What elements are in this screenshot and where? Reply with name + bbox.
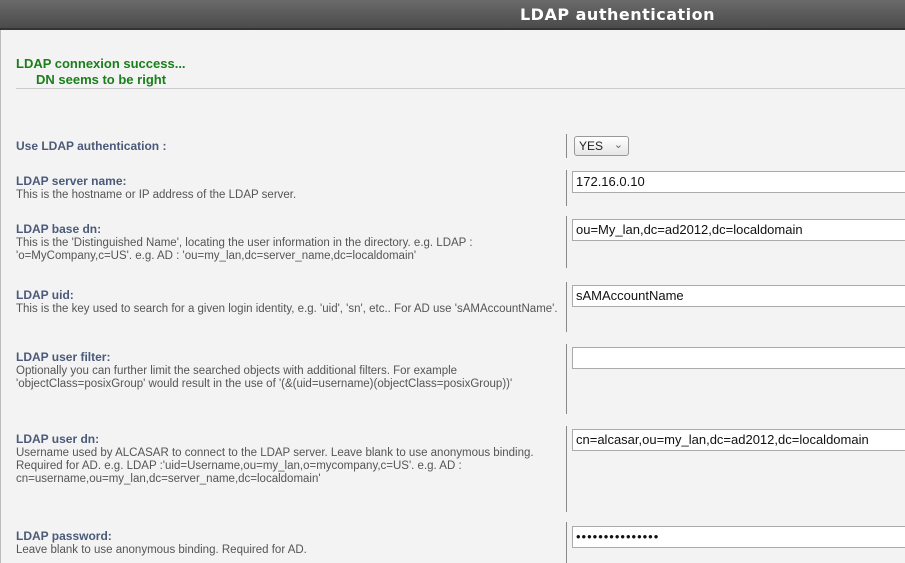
- user-dn-input[interactable]: cn=alcasar,ou=my_lan,dc=ad2012,dc=locald…: [572, 429, 905, 451]
- title-bar: LDAP authentication: [0, 0, 905, 30]
- column-separator: [566, 426, 567, 512]
- chevron-down-icon: ⌄: [613, 139, 623, 151]
- column-separator: [566, 134, 567, 158]
- uid-input[interactable]: sAMAccountName: [572, 285, 905, 307]
- column-separator: [566, 170, 567, 206]
- use-ldap-label: Use LDAP authentication :: [16, 139, 167, 153]
- column-separator: [566, 282, 567, 332]
- page-title: LDAP authentication: [519, 5, 716, 24]
- base-dn-label: LDAP base dn: This is the 'Distinguished…: [16, 222, 473, 263]
- password-label: LDAP password: Leave blank to use anonym…: [16, 529, 307, 557]
- status-message: LDAP connexion success... DN seems to be…: [16, 56, 186, 88]
- column-separator: [566, 522, 567, 563]
- base-dn-input[interactable]: ou=My_lan,dc=ad2012,dc=localdomain: [572, 219, 905, 241]
- divider: [16, 88, 905, 89]
- column-separator: [566, 344, 567, 414]
- user-dn-label: LDAP user dn: Username used by ALCASAR t…: [16, 432, 534, 486]
- column-separator: [566, 216, 567, 268]
- uid-label: LDAP uid: This is the key used to search…: [16, 288, 558, 316]
- user-filter-input[interactable]: [572, 347, 905, 369]
- server-name-label: LDAP server name: This is the hostname o…: [16, 174, 297, 202]
- password-input[interactable]: •••••••••••••••: [572, 526, 905, 548]
- status-line-1: LDAP connexion success...: [16, 56, 186, 71]
- use-ldap-select[interactable]: YES ⌄: [574, 136, 629, 156]
- status-line-2: DN seems to be right: [36, 72, 167, 87]
- server-name-input[interactable]: 172.16.0.10: [572, 171, 905, 193]
- user-filter-label: LDAP user filter: Optionally you can fur…: [16, 350, 513, 391]
